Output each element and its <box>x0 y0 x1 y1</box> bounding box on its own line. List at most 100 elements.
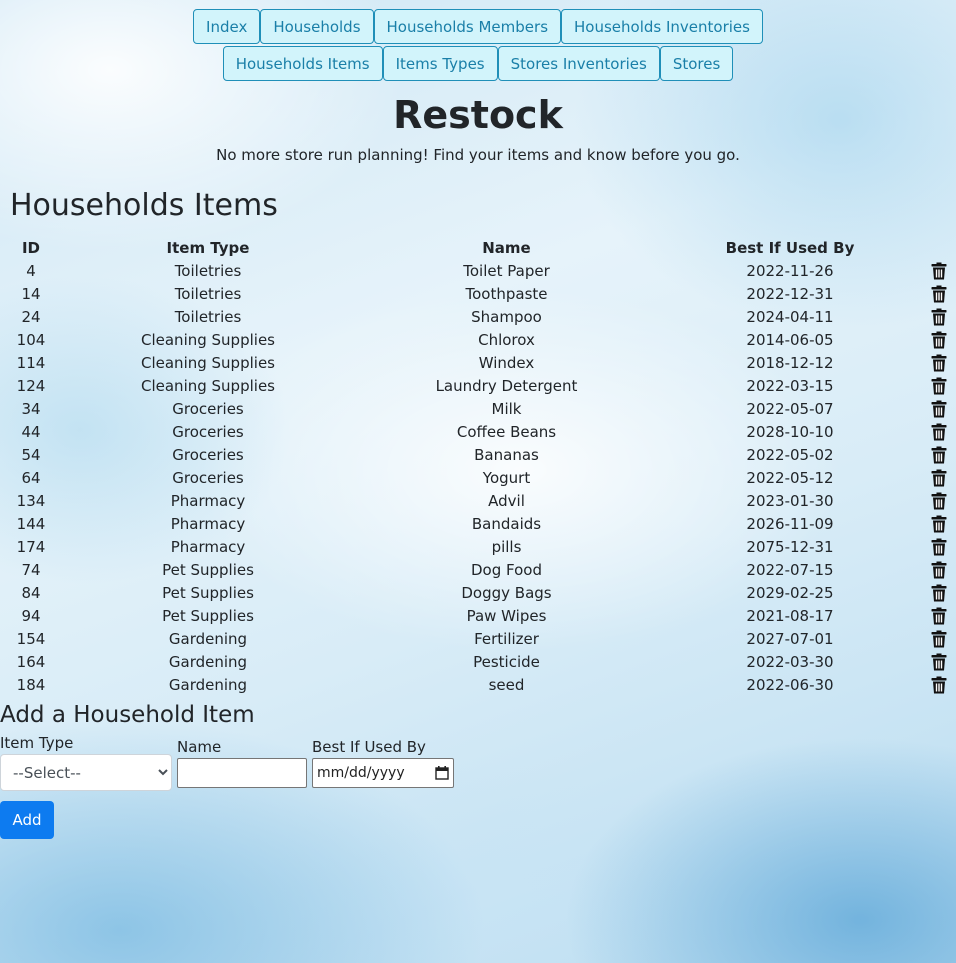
cell-actions <box>921 581 956 604</box>
cell-id: 34 <box>21 399 41 418</box>
cell-actions <box>921 512 956 535</box>
table-row: 144 Pharmacy Bandaids 2026-11-09 <box>0 512 956 535</box>
cell-name: Pesticide <box>473 652 540 671</box>
cell-name: Chlorox <box>478 330 535 349</box>
add-form-title: Add a Household Item <box>0 702 255 728</box>
trash-icon[interactable] <box>931 377 947 395</box>
table-row: 124 Cleaning Supplies Laundry Detergent 202… <box>0 374 956 397</box>
cell-best-if-used-by: 2022-03-30 <box>746 652 834 671</box>
trash-icon[interactable] <box>931 400 947 418</box>
cell-item-type: Cleaning Supplies <box>141 376 275 395</box>
trash-icon[interactable] <box>931 446 947 464</box>
nav-button-households[interactable]: Households <box>260 9 374 44</box>
best-if-used-by-label: Best If Used By <box>312 738 426 756</box>
table-row: 84 Pet Supplies Doggy Bags 2029-02-25 <box>0 581 956 604</box>
cell-actions <box>921 282 956 305</box>
cell-id: 4 <box>26 261 36 280</box>
trash-icon[interactable] <box>931 331 947 349</box>
cell-name: pills <box>491 537 522 556</box>
nav-row-1: Index Households Households Members Househo… <box>0 8 956 45</box>
cell-item-type: Pharmacy <box>170 491 246 510</box>
calendar-icon[interactable] <box>435 766 449 780</box>
nav-button-index[interactable]: Index <box>193 9 261 44</box>
trash-icon[interactable] <box>931 607 947 625</box>
cell-best-if-used-by: 2022-05-12 <box>746 468 834 487</box>
table-row: 184 Gardening seed 2022-06-30 <box>0 673 956 696</box>
nav-button-items-types[interactable]: Items Types <box>382 46 498 81</box>
trash-icon[interactable] <box>931 308 947 326</box>
cell-best-if-used-by: 2028-10-10 <box>746 422 834 441</box>
cell-actions <box>921 604 956 627</box>
cell-name: Yogurt <box>482 468 531 487</box>
table-header-row: ID Item Type Name Best If Used By <box>0 236 956 259</box>
cell-name: Shampoo <box>471 307 542 326</box>
trash-icon[interactable] <box>931 630 947 648</box>
cell-name: Bandaids <box>471 514 542 533</box>
cell-item-type: Groceries <box>172 399 244 418</box>
table-row: 34 Groceries Milk 2022-05-07 <box>0 397 956 420</box>
column-header-best-if-used-by: Best If Used By <box>725 238 855 257</box>
cell-id: 174 <box>16 537 46 556</box>
best-if-used-by-group: Best If Used By mm/dd/yyyy <box>312 738 454 788</box>
name-input[interactable] <box>177 758 307 788</box>
cell-id: 164 <box>16 652 46 671</box>
table-row: 114 Cleaning Supplies Windex 2018-12-12 <box>0 351 956 374</box>
cell-actions <box>921 259 956 282</box>
nav-button-households-inventories[interactable]: Households Inventories <box>561 9 763 44</box>
column-header-name: Name <box>482 238 531 257</box>
nav-button-households-members[interactable]: Households Members <box>373 9 562 44</box>
trash-icon[interactable] <box>931 262 947 280</box>
site-tagline: No more store run planning! Find your it… <box>216 146 740 164</box>
column-header-item-type: Item Type <box>166 238 250 257</box>
cell-actions <box>921 558 956 581</box>
cell-name: Advil <box>488 491 525 510</box>
name-label: Name <box>177 738 222 756</box>
trash-icon[interactable] <box>931 653 947 671</box>
trash-icon[interactable] <box>931 354 947 372</box>
item-type-select[interactable]: --Select-- <box>0 754 172 791</box>
add-button[interactable]: Add <box>0 801 54 839</box>
trash-icon[interactable] <box>931 561 947 579</box>
table-row: 104 Cleaning Supplies Chlorox 2014-06-05 <box>0 328 956 351</box>
trash-icon[interactable] <box>931 538 947 556</box>
cell-best-if-used-by: 2029-02-25 <box>746 583 834 602</box>
cell-id: 124 <box>16 376 46 395</box>
cell-best-if-used-by: 2027-07-01 <box>746 629 834 648</box>
nav-button-households-items[interactable]: Households Items <box>222 46 383 81</box>
cell-item-type: Pharmacy <box>170 514 246 533</box>
cell-item-type: Toiletries <box>174 261 242 280</box>
cell-best-if-used-by: 2021-08-17 <box>746 606 834 625</box>
nav-row-2: Households Items Items Types Stores Invent… <box>0 45 956 82</box>
trash-icon[interactable] <box>931 492 947 510</box>
cell-name: Doggy Bags <box>461 583 552 602</box>
cell-best-if-used-by: 2014-06-05 <box>746 330 834 349</box>
cell-best-if-used-by: 2022-05-07 <box>746 399 834 418</box>
nav-button-stores-inventories[interactable]: Stores Inventories <box>497 46 660 81</box>
cell-item-type: Pharmacy <box>170 537 246 556</box>
name-group: Name <box>177 738 307 788</box>
cell-id: 94 <box>21 606 41 625</box>
cell-best-if-used-by: 2026-11-09 <box>746 514 834 533</box>
cell-name: Milk <box>491 399 522 418</box>
trash-icon[interactable] <box>931 676 947 694</box>
table-row: 74 Pet Supplies Dog Food 2022-07-15 <box>0 558 956 581</box>
trash-icon[interactable] <box>931 285 947 303</box>
cell-item-type: Pet Supplies <box>162 560 254 579</box>
cell-best-if-used-by: 2018-12-12 <box>746 353 834 372</box>
nav-button-stores[interactable]: Stores <box>659 46 734 81</box>
add-household-item-form: Item Type --Select-- Name Best If Used B… <box>0 734 956 791</box>
table-row: 154 Gardening Fertilizer 2027-07-01 <box>0 627 956 650</box>
trash-icon[interactable] <box>931 584 947 602</box>
cell-item-type: Gardening <box>168 675 248 694</box>
best-if-used-by-date-input[interactable]: mm/dd/yyyy <box>312 758 454 788</box>
table-row: 44 Groceries Coffee Beans 2028-10-10 <box>0 420 956 443</box>
top-nav: Index Households Households Members Househo… <box>0 8 956 82</box>
cell-best-if-used-by: 2024-04-11 <box>746 307 834 326</box>
cell-item-type: Cleaning Supplies <box>141 330 275 349</box>
trash-icon[interactable] <box>931 515 947 533</box>
trash-icon[interactable] <box>931 469 947 487</box>
cell-id: 84 <box>21 583 41 602</box>
cell-id: 144 <box>16 514 46 533</box>
cell-id: 44 <box>21 422 41 441</box>
trash-icon[interactable] <box>931 423 947 441</box>
